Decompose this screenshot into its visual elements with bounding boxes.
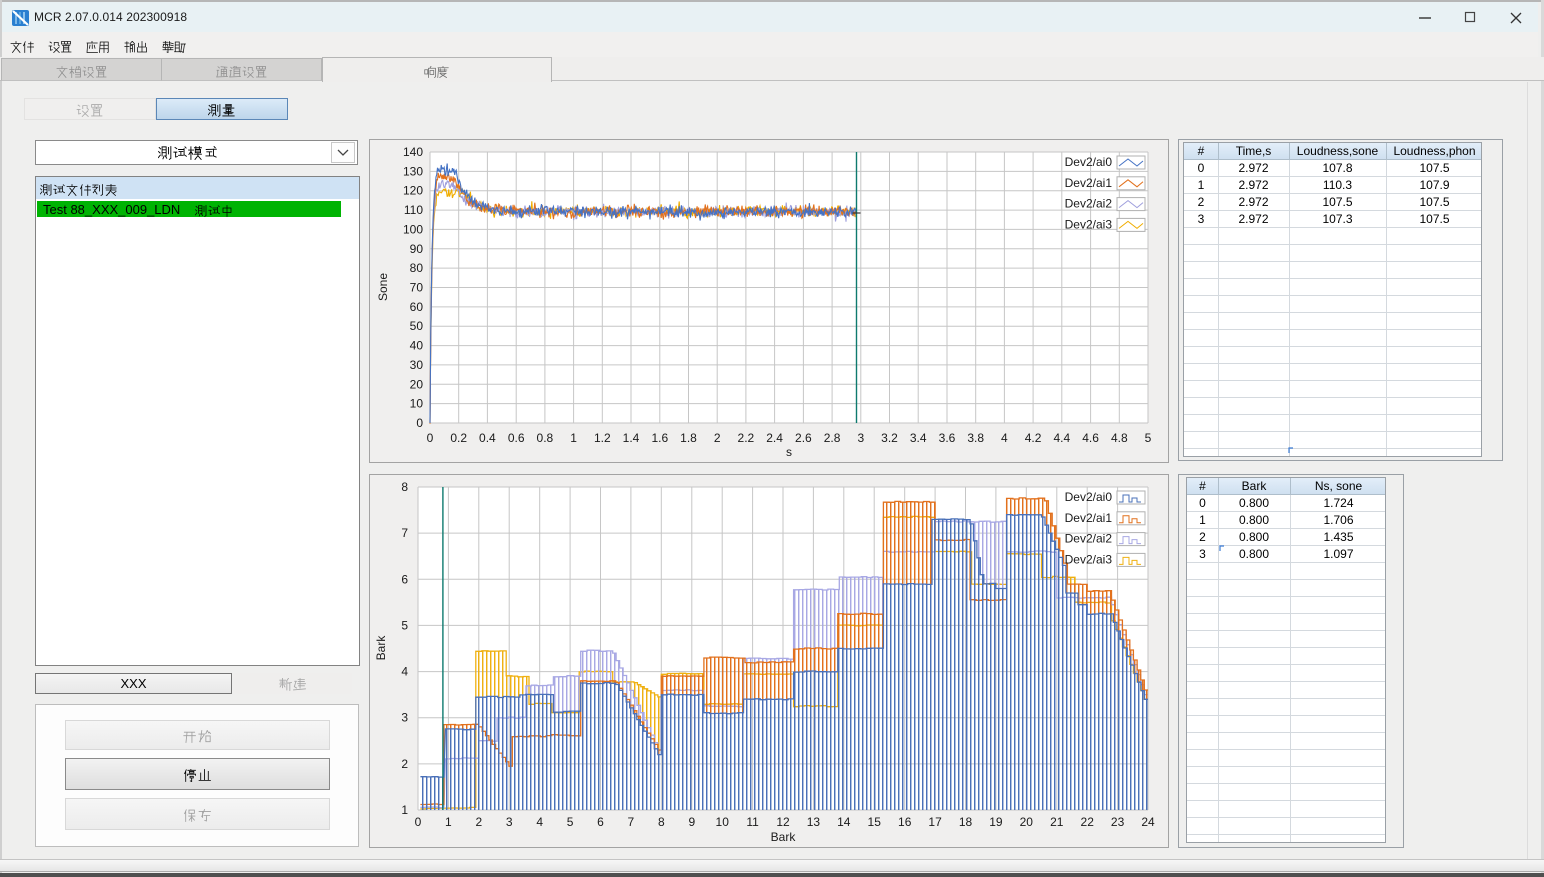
svg-text:120: 120 xyxy=(403,184,423,198)
svg-text:140: 140 xyxy=(403,145,423,159)
svg-text:0: 0 xyxy=(427,431,434,445)
svg-text:1: 1 xyxy=(445,815,452,829)
svg-text:4: 4 xyxy=(1001,431,1008,445)
svg-text:3: 3 xyxy=(506,815,513,829)
svg-text:1.8: 1.8 xyxy=(680,431,697,445)
svg-text:Dev2/ai3: Dev2/ai3 xyxy=(1065,552,1113,566)
svg-text:11: 11 xyxy=(746,815,759,829)
svg-text:23: 23 xyxy=(1111,815,1125,829)
svg-text:1.6: 1.6 xyxy=(651,431,668,445)
svg-text:2.6: 2.6 xyxy=(795,431,812,445)
svg-text:Dev2/ai3: Dev2/ai3 xyxy=(1065,217,1113,231)
svg-text:4.8: 4.8 xyxy=(1111,431,1128,445)
svg-text:0: 0 xyxy=(416,416,423,430)
svg-text:12: 12 xyxy=(776,815,790,829)
svg-text:15: 15 xyxy=(868,815,882,829)
svg-text:3: 3 xyxy=(401,711,408,725)
svg-text:90: 90 xyxy=(410,242,424,256)
svg-text:1.2: 1.2 xyxy=(594,431,611,445)
svg-text:Dev2/ai2: Dev2/ai2 xyxy=(1065,532,1113,546)
svg-text:70: 70 xyxy=(410,281,424,295)
svg-text:0.6: 0.6 xyxy=(508,431,525,445)
svg-text:10: 10 xyxy=(716,815,730,829)
svg-text:20: 20 xyxy=(410,377,424,391)
svg-text:6: 6 xyxy=(597,815,604,829)
svg-text:80: 80 xyxy=(410,261,424,275)
svg-text:100: 100 xyxy=(403,222,423,236)
svg-text:7: 7 xyxy=(628,815,635,829)
svg-text:20: 20 xyxy=(1020,815,1034,829)
svg-text:8: 8 xyxy=(658,815,665,829)
svg-text:2.2: 2.2 xyxy=(738,431,755,445)
svg-text:50: 50 xyxy=(410,319,424,333)
svg-text:22: 22 xyxy=(1081,815,1095,829)
svg-text:40: 40 xyxy=(410,339,424,353)
svg-text:Bark: Bark xyxy=(374,635,388,661)
svg-text:s: s xyxy=(786,445,792,459)
svg-text:0.8: 0.8 xyxy=(537,431,554,445)
svg-text:2.8: 2.8 xyxy=(824,431,841,445)
svg-text:4: 4 xyxy=(536,815,543,829)
svg-text:30: 30 xyxy=(410,358,424,372)
svg-text:Sone: Sone xyxy=(376,273,390,301)
svg-text:4.6: 4.6 xyxy=(1082,431,1099,445)
svg-text:Dev2/ai0: Dev2/ai0 xyxy=(1065,155,1113,169)
svg-text:1: 1 xyxy=(401,803,408,817)
svg-text:Dev2/ai1: Dev2/ai1 xyxy=(1065,176,1113,190)
svg-text:4: 4 xyxy=(401,665,408,679)
svg-text:18: 18 xyxy=(959,815,973,829)
svg-text:16: 16 xyxy=(898,815,912,829)
svg-text:Bark: Bark xyxy=(771,830,797,844)
svg-text:4.4: 4.4 xyxy=(1053,431,1070,445)
svg-text:Dev2/ai1: Dev2/ai1 xyxy=(1065,511,1113,525)
svg-text:13: 13 xyxy=(807,815,821,829)
svg-text:9: 9 xyxy=(688,815,695,829)
svg-text:14: 14 xyxy=(837,815,851,829)
svg-text:3: 3 xyxy=(857,431,864,445)
svg-text:5: 5 xyxy=(1145,431,1152,445)
svg-text:3.2: 3.2 xyxy=(881,431,898,445)
svg-text:8: 8 xyxy=(401,480,408,494)
svg-text:0: 0 xyxy=(415,815,422,829)
svg-text:24: 24 xyxy=(1141,815,1155,829)
svg-text:0.2: 0.2 xyxy=(450,431,467,445)
svg-text:3.8: 3.8 xyxy=(967,431,984,445)
svg-text:3.4: 3.4 xyxy=(910,431,927,445)
svg-text:60: 60 xyxy=(410,300,424,314)
svg-text:Dev2/ai2: Dev2/ai2 xyxy=(1065,197,1113,211)
svg-text:21: 21 xyxy=(1050,815,1064,829)
svg-text:1: 1 xyxy=(570,431,577,445)
svg-text:19: 19 xyxy=(989,815,1003,829)
svg-text:1.4: 1.4 xyxy=(623,431,640,445)
svg-text:0.4: 0.4 xyxy=(479,431,496,445)
svg-text:2.4: 2.4 xyxy=(766,431,783,445)
svg-text:2: 2 xyxy=(401,757,408,771)
svg-text:110: 110 xyxy=(404,203,423,217)
svg-text:130: 130 xyxy=(403,164,423,178)
svg-text:3.6: 3.6 xyxy=(939,431,956,445)
svg-text:7: 7 xyxy=(401,526,408,540)
svg-text:10: 10 xyxy=(410,397,424,411)
svg-text:4.2: 4.2 xyxy=(1025,431,1042,445)
svg-text:2: 2 xyxy=(475,815,482,829)
svg-text:Dev2/ai0: Dev2/ai0 xyxy=(1065,490,1113,504)
svg-text:5: 5 xyxy=(401,618,408,632)
svg-text:17: 17 xyxy=(928,815,942,829)
svg-text:5: 5 xyxy=(567,815,574,829)
svg-text:2: 2 xyxy=(714,431,721,445)
svg-text:6: 6 xyxy=(401,572,408,586)
